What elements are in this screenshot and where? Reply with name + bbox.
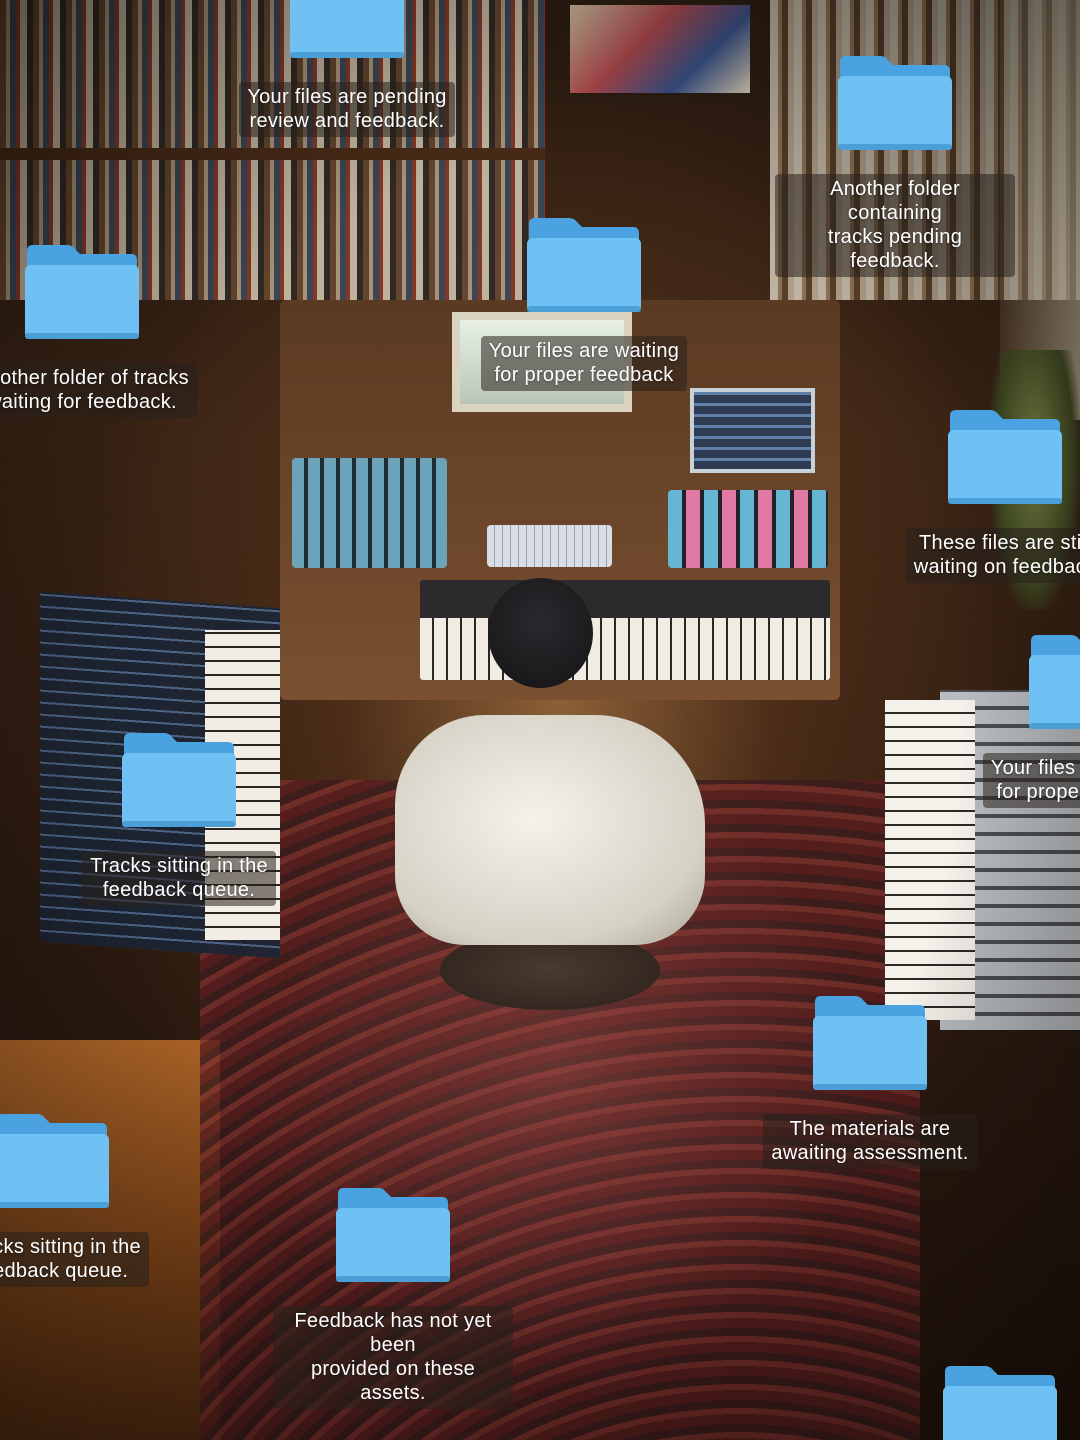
folder-icon: [0, 1114, 109, 1208]
desktop-folder[interactable]: Feedback has not yet been provided on th…: [273, 1184, 513, 1409]
desktop-folder[interactable]: Your files are waiting for proper feedba…: [966, 631, 1080, 808]
desktop-folder[interactable]: These files are still waiting on feedbac…: [885, 406, 1080, 583]
folder-label: The materials are awaiting assessment.: [763, 1114, 977, 1169]
desktop: Your files are pending review and feedba…: [0, 0, 1080, 1440]
folder-label: Your files are waiting for proper feedba…: [982, 753, 1080, 808]
folder-icon: [336, 1188, 450, 1282]
desktop-folder[interactable]: Your files are pending review and feedba…: [227, 0, 467, 137]
desktop-folder[interactable]: Tracks sitting in the feedback queue.: [0, 1110, 172, 1287]
folder-icon: [25, 245, 139, 339]
folder-icon: [527, 218, 641, 312]
folder-icon: [813, 996, 927, 1090]
desktop-folder[interactable]: The materials are awaiting assessment.: [750, 992, 990, 1169]
folder-label: Another folder of tracks waiting for fee…: [0, 363, 197, 418]
desktop-folder[interactable]: [880, 1362, 1080, 1440]
folder-icon: [1029, 635, 1080, 729]
folder-label: Another folder containing tracks pending…: [775, 174, 1015, 277]
folder-label: Tracks sitting in the feedback queue.: [82, 851, 276, 906]
folder-label: Your files are waiting for proper feedba…: [480, 336, 688, 391]
folder-icon: [290, 0, 404, 58]
folder-icon: [838, 56, 952, 150]
desktop-folder[interactable]: Your files are waiting for proper feedba…: [464, 214, 704, 391]
desktop-folder[interactable]: Another folder containing tracks pending…: [775, 52, 1015, 277]
folder-label: These files are still waiting on feedbac…: [905, 528, 1080, 583]
folder-label: Tracks sitting in the feedback queue.: [0, 1232, 149, 1287]
folder-icon: [122, 733, 236, 827]
desktop-folder[interactable]: Tracks sitting in the feedback queue.: [59, 729, 299, 906]
folder-icon: [943, 1366, 1057, 1440]
folder-icon: [948, 410, 1062, 504]
desktop-folder[interactable]: Another folder of tracks waiting for fee…: [0, 241, 202, 418]
folder-label: Feedback has not yet been provided on th…: [273, 1306, 513, 1409]
folder-label: Your files are pending review and feedba…: [239, 82, 455, 137]
